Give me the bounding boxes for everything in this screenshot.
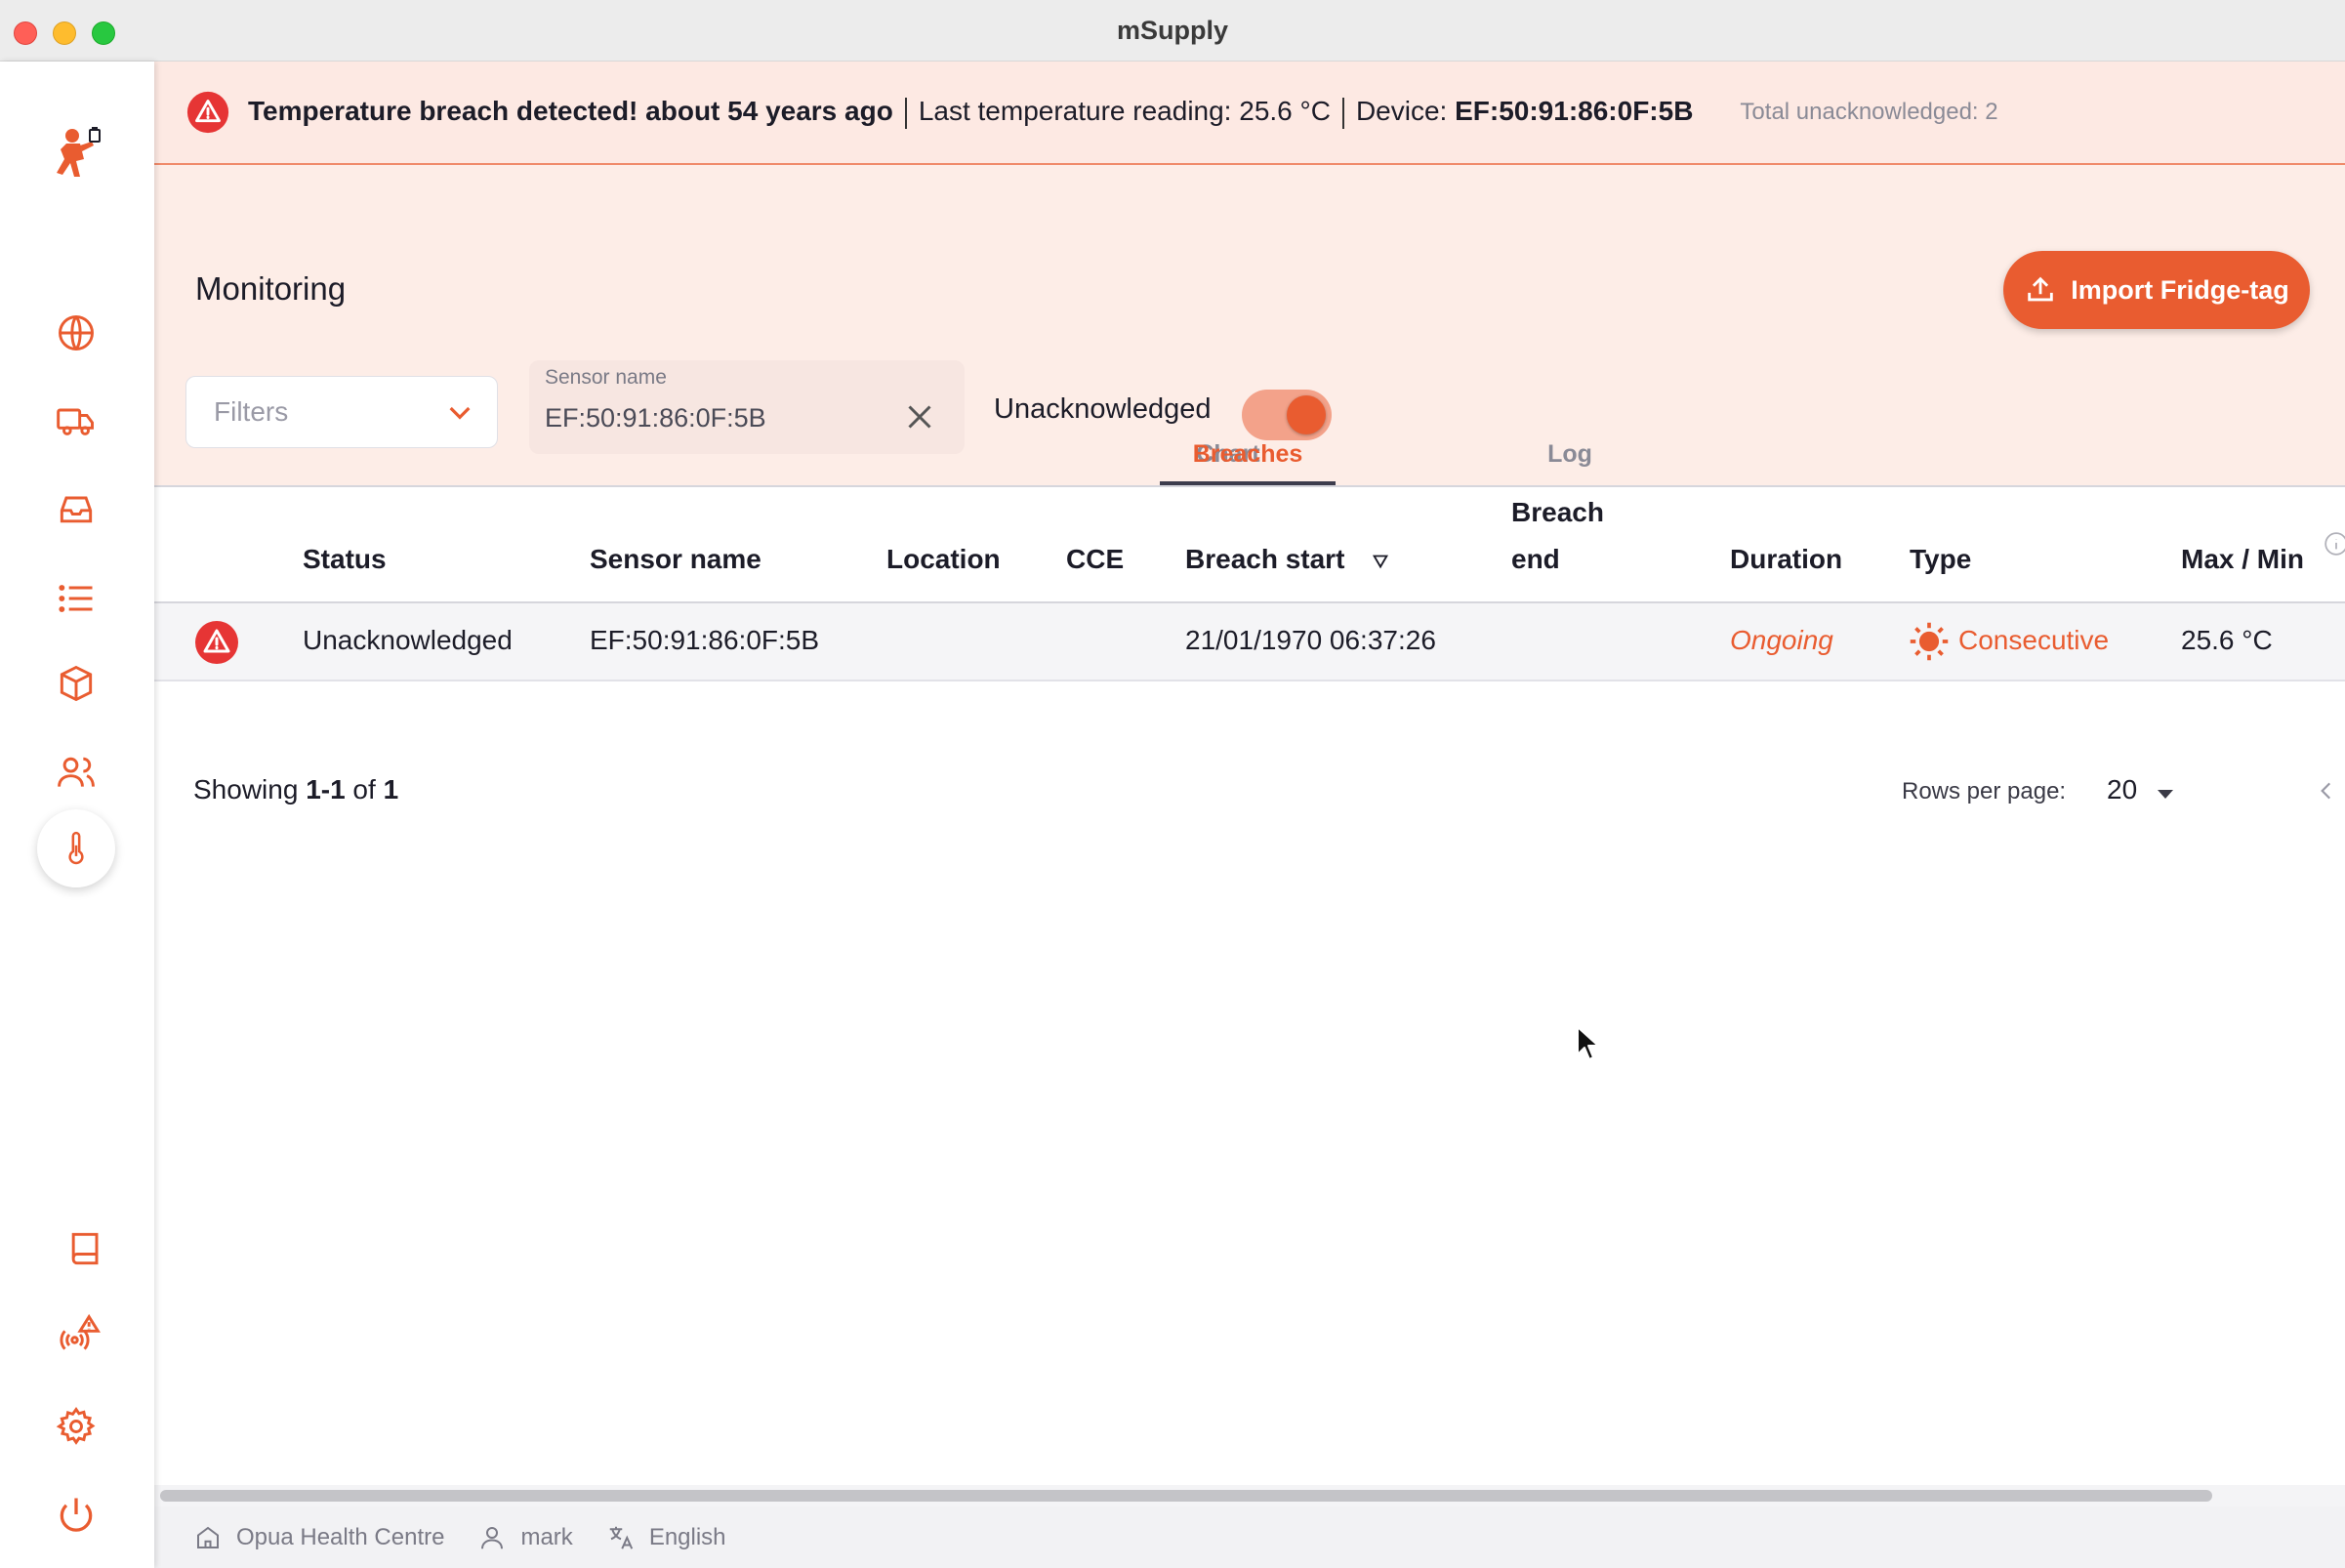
column-header-max-min[interactable]: Max / Min [2181,544,2304,575]
table-row[interactable]: Unacknowledged EF:50:91:86:0F:5B 21/01/1… [154,603,2345,681]
store-name: Opua Health Centre [236,1523,445,1550]
column-header-duration[interactable]: Duration [1730,544,1842,575]
unacknowledged-toggle-label: Unacknowledged [994,393,1212,425]
translate-icon [609,1526,633,1549]
pagination-summary: Showing 1-1 of 1 [193,774,398,805]
alert-reading-label: Last temperature reading: [918,96,1240,127]
gear-icon[interactable] [45,1395,107,1458]
warning-icon [186,91,229,134]
sidebar [0,62,154,1568]
cell-duration: Ongoing [1730,625,1833,655]
alert-separator [1341,97,1344,129]
user-icon [481,1526,504,1548]
alert-device-label: Device: [1355,96,1456,127]
column-header-cce[interactable]: CCE [1066,544,1124,575]
alert-reading-value: 25.6 °C [1239,96,1331,127]
column-header-sensor-name[interactable]: Sensor name [590,544,761,575]
showing-of: of [345,774,384,805]
sensor-name-field[interactable]: Sensor name EF:50:91:86:0F:5B [529,360,965,454]
sensor-alert-icon[interactable] [49,1303,111,1366]
column-header-breach-end-line2[interactable]: end [1511,544,1560,575]
column-header-breach-end-line1[interactable]: Breach [1511,497,1604,528]
home-icon [197,1526,219,1548]
toggle-knob [1287,395,1326,434]
filters-dropdown[interactable]: Filters [185,376,498,448]
language-name: English [648,1523,726,1550]
info-icon[interactable] [2324,531,2345,557]
book-icon[interactable] [55,1217,117,1280]
alert-message: Temperature breach detected! about 54 ye… [248,96,1693,129]
horizontal-scrollbar[interactable] [154,1485,2345,1506]
language-selector[interactable]: English [606,1523,726,1552]
sun-icon [1910,622,1949,661]
column-header-status[interactable]: Status [303,544,387,575]
sort-descending-icon[interactable] [1370,551,1391,572]
column-header-type[interactable]: Type [1910,544,1971,575]
alert-device-value: EF:50:91:86:0F:5B [1455,96,1694,127]
breach-alert-bar: Temperature breach detected! about 54 ye… [154,62,2345,165]
store-selector[interactable]: Opua Health Centre [193,1523,444,1552]
mouse-cursor-icon [1577,1026,1599,1060]
column-header-location[interactable]: Location [886,544,1001,575]
page-title: Monitoring [195,270,347,307]
cell-sensor-name: EF:50:91:86:0F:5B [590,625,820,655]
truck-icon[interactable] [45,390,107,452]
column-header-breach-start[interactable]: Breach start [1185,544,1391,575]
import-button-label: Import Fridge-tag [2071,274,2289,305]
filters-placeholder: Filters [214,396,289,427]
msupply-logo-icon[interactable] [39,110,113,198]
sensor-name-input[interactable]: EF:50:91:86:0F:5B [545,403,766,433]
cell-breach-start: 21/01/1970 06:37:26 [1185,625,1436,655]
upload-icon [2028,276,2053,302]
sensor-name-label: Sensor name [545,366,667,389]
window-titlebar: mSupply [0,0,2345,62]
main-content: Temperature breach detected! about 54 ye… [154,62,2345,1568]
power-icon[interactable] [45,1483,107,1546]
user-name: mark [520,1523,573,1550]
cell-status: Unacknowledged [303,625,513,655]
tab-breaches[interactable]: Breaches [1160,440,1336,469]
user-menu[interactable]: mark [477,1523,573,1552]
showing-prefix: Showing [193,774,307,805]
alert-separator [904,97,907,129]
chevron-left-icon[interactable] [2314,778,2339,804]
box-icon[interactable] [45,652,107,715]
rows-per-page-select[interactable]: 20 [2107,774,2137,805]
import-fridge-tag-button[interactable]: Import Fridge-tag [2003,251,2310,329]
clear-icon[interactable] [902,399,937,434]
users-icon[interactable] [45,741,107,804]
breach-start-label: Breach start [1185,544,1345,574]
showing-range: 1-1 [306,774,346,805]
showing-total: 1 [383,774,399,805]
unacknowledged-toggle[interactable] [1242,390,1332,440]
globe-icon[interactable] [45,302,107,364]
list-icon[interactable] [45,567,107,630]
chevron-down-icon [449,406,471,420]
cell-max-min: 25.6 °C [2181,625,2273,655]
total-unacknowledged: Total unacknowledged: 2 [1740,99,1998,125]
page-header: Monitoring Import Fridge-tag Filters Sen… [154,165,2345,487]
window-title: mSupply [1116,16,1228,45]
caret-down-icon[interactable] [2154,784,2177,804]
alert-headline: Temperature breach detected! about 54 ye… [248,96,893,127]
tab-log[interactable]: Log [1521,440,1619,469]
inbox-icon[interactable] [45,477,107,540]
rows-per-page-label: Rows per page: [1902,778,2067,805]
status-bar: Opua Health Centre mark English [154,1506,2345,1568]
scrollbar-thumb[interactable] [160,1490,2212,1502]
cell-type: Consecutive [1958,625,2110,655]
active-tab-indicator [1160,481,1336,485]
warning-icon [195,621,238,664]
thermometer-icon[interactable] [37,809,115,887]
